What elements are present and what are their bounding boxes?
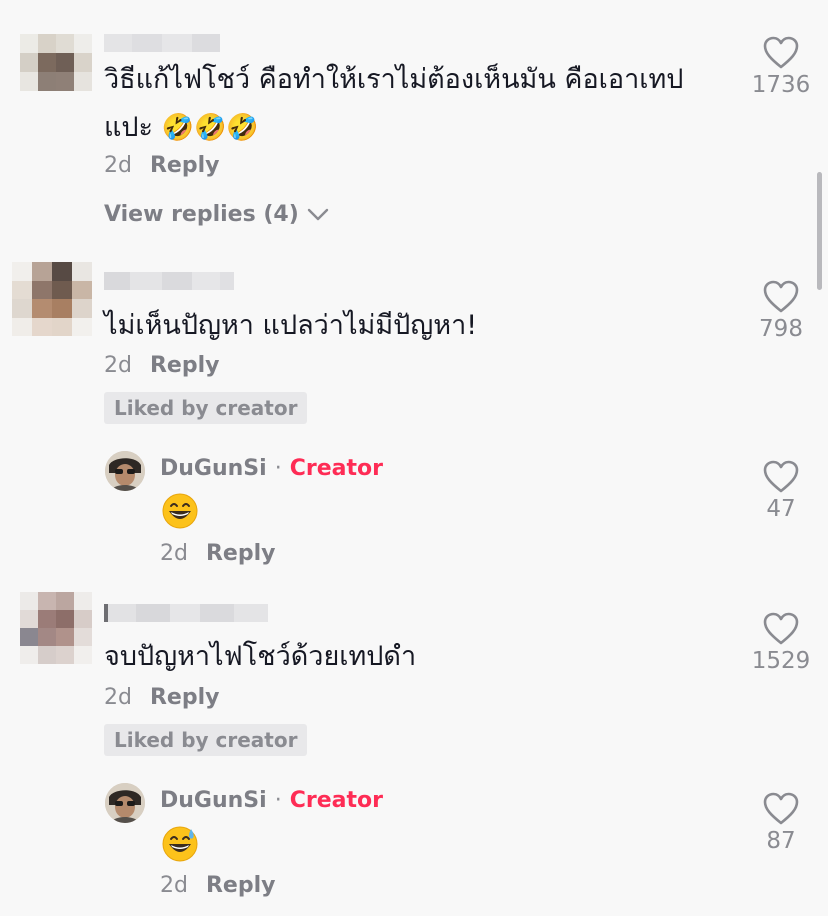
laughing-emoji: 🤣🤣🤣 [161,113,259,143]
reply-button[interactable]: Reply [206,873,276,898]
creator-username[interactable]: DuGunSi [160,456,267,481]
like-count: 47 [766,496,796,522]
like-count: 798 [759,316,803,342]
liked-by-creator-badge: Liked by creator [104,392,308,424]
view-replies-button[interactable]: View replies (4) [104,202,329,227]
comment-time: 2d [104,685,132,710]
reply-meta: 2d Reply [160,541,275,566]
heart-outline-icon [763,36,799,69]
comment-text-line: วิธีแก้ไฟโชว์ คือทำให้เราไม่ต้องเห็นมัน … [104,64,684,95]
reply-header: DuGunSi · Creator [160,788,383,813]
comment-text-line: แปะ 🤣🤣🤣 [104,104,683,152]
heart-outline-icon [763,792,799,825]
separator-dot: · [274,788,282,813]
scrollbar[interactable] [817,172,822,290]
grinning-face-emoji [162,493,198,529]
avatar[interactable] [12,262,92,336]
comment-meta: 2d Reply [104,685,219,710]
comment-text: วิธีแก้ไฟโชว์ คือทำให้เราไม่ต้องเห็นมัน … [104,56,683,152]
like-count: 1529 [751,648,811,674]
creator-avatar[interactable] [105,451,145,491]
comment-time: 2d [104,353,132,378]
username-blurred[interactable] [104,34,220,52]
reply-meta: 2d Reply [160,873,275,898]
creator-avatar-image [105,451,145,491]
view-replies-label: View replies (4) [104,202,299,227]
heart-outline-icon [763,612,799,645]
creator-avatar[interactable] [105,783,145,823]
comment-text: ไม่เห็นปัญหา แปลว่าไม่มีปัญหา! [104,310,478,341]
like-button[interactable]: 1736 [736,36,826,98]
comment-text: จบปัญหาไฟโชว์ด้วยเทปดำ [104,641,417,672]
avatar[interactable] [20,34,92,91]
reply-time: 2d [160,873,188,898]
like-button[interactable]: 798 [736,280,826,342]
liked-by-creator-badge: Liked by creator [104,724,308,756]
creator-badge: Creator [289,788,383,813]
like-count: 1736 [751,72,811,98]
chevron-down-icon [307,208,328,220]
comment-text-tail: แปะ [104,112,154,143]
like-button[interactable]: 87 [736,792,826,854]
comment-meta: 2d Reply [104,153,219,178]
creator-username[interactable]: DuGunSi [160,788,267,813]
like-button[interactable]: 47 [736,460,826,522]
comment-time: 2d [104,153,132,178]
username-blurred[interactable] [104,272,234,290]
reply-button[interactable]: Reply [206,541,276,566]
avatar[interactable] [20,592,92,664]
reply-time: 2d [160,541,188,566]
separator-dot: · [274,456,282,481]
comment-meta: 2d Reply [104,353,219,378]
heart-outline-icon [763,280,799,313]
like-button[interactable]: 1529 [736,612,826,674]
reply-button[interactable]: Reply [150,685,220,710]
creator-avatar-image [105,783,145,823]
reply-button[interactable]: Reply [150,153,220,178]
reply-header: DuGunSi · Creator [160,456,383,481]
username-blurred[interactable] [104,604,268,622]
creator-badge: Creator [289,456,383,481]
like-count: 87 [766,828,796,854]
sweat-smile-emoji [162,826,198,862]
heart-outline-icon [763,460,799,493]
reply-button[interactable]: Reply [150,353,220,378]
